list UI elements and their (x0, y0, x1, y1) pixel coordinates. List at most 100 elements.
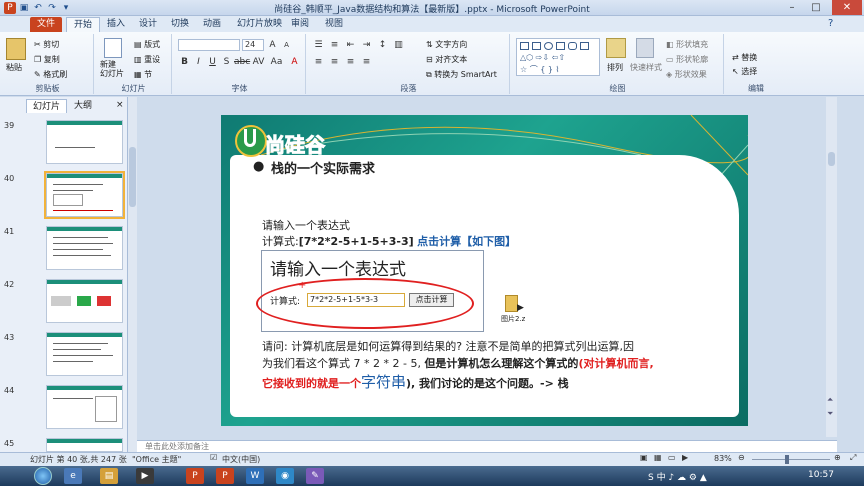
folder-icon[interactable]: ▤ (100, 468, 118, 484)
slide-canvas[interactable]: 尚硅谷 ● 栈的一个实际需求 请输入一个表达式 计算式:[7*2*2-5+1-5… (221, 115, 748, 426)
rounded-rect-icon[interactable] (568, 42, 577, 50)
language-status[interactable]: 中文(中国) (222, 454, 260, 465)
scrollbar-thumb[interactable] (129, 147, 136, 207)
oval-shape-icon[interactable] (544, 42, 553, 50)
shape-effects-button[interactable]: ◈ 形状效果 (666, 69, 707, 80)
paste-icon[interactable] (6, 38, 26, 60)
word-taskbar-icon[interactable]: W (246, 468, 264, 484)
arrange-button[interactable]: 排列 (607, 62, 623, 73)
clock[interactable]: 10:57 (808, 470, 834, 480)
tab-slideshow[interactable]: 幻灯片放映 (230, 17, 289, 32)
char-spacing-icon[interactable]: AV (252, 56, 265, 68)
prev-slide-icon[interactable]: ⏶ (827, 395, 833, 405)
slide-thumbnail[interactable] (46, 385, 123, 429)
notes-pane[interactable]: 单击此处添加备注 (137, 440, 837, 452)
arrange-icon[interactable] (606, 38, 626, 58)
layout-button[interactable]: ▤ 版式 (134, 39, 160, 50)
explorer-icon[interactable]: e (64, 468, 82, 484)
align-center-icon[interactable]: ≡ (328, 56, 341, 68)
rect-shape-icon[interactable] (532, 42, 541, 50)
bold-icon[interactable]: B (178, 56, 191, 68)
shape-fill-button[interactable]: ◧ 形状填充 (666, 39, 708, 50)
format-painter-button[interactable]: ✎ 格式刷 (34, 69, 67, 80)
cut-button[interactable]: ✂ 剪切 (34, 39, 59, 50)
decrease-indent-icon[interactable]: ⇤ (344, 39, 357, 51)
misc-shape-icon[interactable]: ☆ ⌒ { } ⌇ (520, 64, 559, 75)
maximize-button[interactable]: □ (804, 0, 828, 15)
quick-styles-button[interactable]: 快速样式 (630, 62, 662, 73)
align-text-button[interactable]: ⊟ 对齐文本 (426, 54, 467, 65)
change-case-icon[interactable]: Aa (270, 56, 283, 68)
slide-thumbnail[interactable] (46, 226, 123, 270)
align-left-icon[interactable]: ≡ (312, 56, 325, 68)
shapes-gallery[interactable]: △⬡ ⇨⇩ ⇦⇧ ☆ ⌒ { } ⌇ (516, 38, 600, 76)
app-taskbar-icon[interactable]: ◉ (276, 468, 294, 484)
media-player-icon[interactable]: ▶ (136, 468, 154, 484)
zoom-slider-thumb[interactable] (785, 455, 789, 464)
shape-outline-button[interactable]: ▭ 形状轮廓 (666, 54, 708, 65)
tab-insert[interactable]: 插入 (100, 17, 132, 32)
select-button[interactable]: ↖ 选择 (732, 66, 757, 77)
scrollbar-thumb[interactable] (828, 152, 835, 166)
new-slide-icon[interactable] (104, 38, 122, 58)
increase-indent-icon[interactable]: ⇥ (360, 39, 373, 51)
help-icon[interactable]: ? (828, 18, 833, 29)
rect-shape-icon[interactable] (520, 42, 529, 50)
bullets-icon[interactable]: ☰ (312, 39, 325, 51)
arrows-shape-icon[interactable]: △⬡ ⇨⇩ ⇦⇧ (520, 53, 565, 62)
zoom-in-icon[interactable]: ⊕ (834, 453, 841, 462)
copy-button[interactable]: ❐ 复制 (34, 54, 60, 65)
zoom-slider[interactable] (752, 459, 830, 460)
shadow-icon[interactable]: S (220, 56, 233, 68)
strikethrough-icon[interactable]: abc (234, 56, 250, 68)
reset-button[interactable]: ▥ 重设 (134, 54, 160, 65)
close-button[interactable]: ✕ (832, 0, 862, 15)
numbering-icon[interactable]: ≡ (328, 39, 341, 51)
slide-thumbnail[interactable] (46, 120, 123, 164)
tab-design[interactable]: 设计 (132, 17, 164, 32)
spellcheck-icon[interactable]: ☑ (210, 453, 217, 462)
slide-thumbnail[interactable] (46, 279, 123, 323)
tab-view[interactable]: 视图 (318, 17, 350, 32)
font-name-combo[interactable] (178, 39, 240, 51)
align-right-icon[interactable]: ≡ (344, 56, 357, 68)
fit-slide-icon[interactable]: ⤢ (850, 453, 856, 463)
powerpoint-taskbar-icon[interactable]: P (186, 468, 204, 484)
justify-icon[interactable]: ≡ (360, 56, 373, 68)
shrink-font-icon[interactable]: A (280, 39, 293, 51)
slide-thumbnail[interactable] (46, 438, 123, 452)
underline-icon[interactable]: U (206, 56, 219, 68)
italic-icon[interactable]: I (192, 56, 205, 68)
tab-review[interactable]: 审阅 (284, 17, 316, 32)
quick-styles-icon[interactable] (636, 38, 654, 58)
zoom-level[interactable]: 83% (714, 454, 732, 463)
slides-tab[interactable]: 幻灯片 (26, 99, 68, 113)
paste-button[interactable]: 粘贴 (6, 62, 22, 73)
start-button[interactable] (34, 467, 52, 485)
close-pane-icon[interactable]: × (116, 100, 124, 110)
powerpoint-taskbar-icon[interactable]: P (216, 468, 234, 484)
rect-shape-icon[interactable] (580, 42, 589, 50)
font-color-icon[interactable]: A (288, 56, 301, 68)
columns-icon[interactable]: ▥ (392, 39, 405, 51)
text-direction-button[interactable]: ⇅ 文字方向 (426, 39, 467, 50)
slideshow-view-icon[interactable]: ▶ (682, 453, 688, 462)
slide-scrollbar[interactable]: ⏶ ⏷ (826, 97, 837, 437)
rect-shape-icon[interactable] (556, 42, 565, 50)
outline-tab[interactable]: 大纲 (68, 99, 98, 113)
reading-view-icon[interactable]: ▭ (668, 453, 676, 462)
tab-transitions[interactable]: 切换 (164, 17, 196, 32)
minimize-button[interactable]: – (780, 0, 804, 15)
app-taskbar-icon[interactable]: ✎ (306, 468, 324, 484)
font-size-combo[interactable]: 24 (242, 39, 264, 51)
next-slide-icon[interactable]: ⏷ (827, 409, 833, 419)
normal-view-icon[interactable]: ▣ (640, 453, 648, 462)
replace-button[interactable]: ⇄ 替换 (732, 52, 757, 63)
sorter-view-icon[interactable]: ▦ (654, 453, 662, 462)
new-slide-button[interactable]: 新建 幻灯片 (100, 60, 124, 78)
zoom-out-icon[interactable]: ⊖ (738, 453, 745, 462)
tab-home[interactable]: 开始 (66, 17, 101, 32)
grow-font-icon[interactable]: A (266, 39, 279, 51)
slide-thumbnail-selected[interactable] (44, 171, 125, 219)
section-button[interactable]: ▦ 节 (134, 69, 152, 80)
